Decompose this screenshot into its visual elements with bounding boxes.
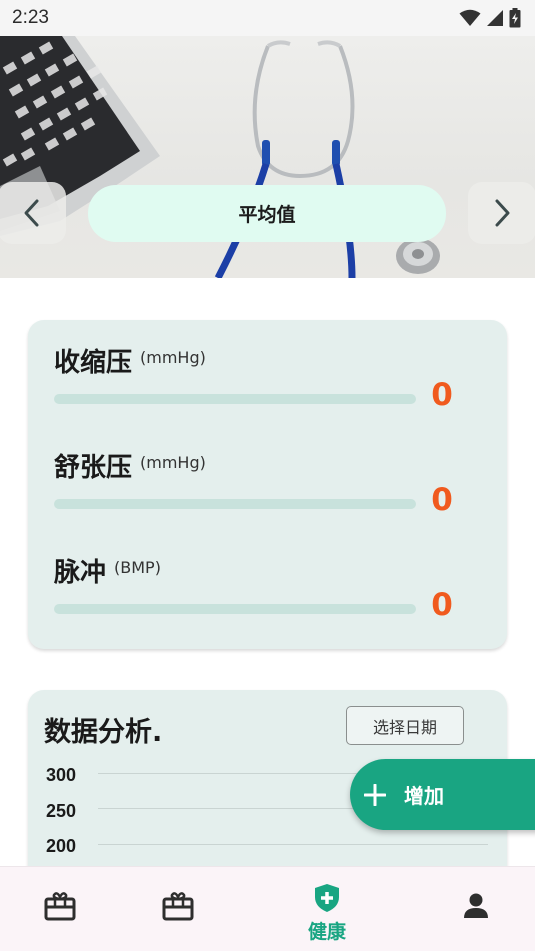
battery-charging-icon [509, 8, 521, 28]
metric-value: 0 [431, 587, 453, 623]
metric-progress-bar [54, 499, 416, 509]
select-date-button[interactable]: 选择日期 [346, 706, 464, 745]
screen: 2:23 平均值 收缩压 (mmHg) 0 舒张压 (mmHg) 0 脉冲 (B… [0, 0, 535, 951]
metric-title: 脉冲 (BMP) [54, 552, 161, 589]
metric-title: 收缩压 (mmHg) [54, 342, 206, 379]
status-icons [459, 8, 521, 28]
y-axis-label: 250 [46, 801, 77, 821]
y-axis-label: 200 [46, 836, 77, 856]
hero-banner: 平均值 [0, 36, 535, 278]
status-time: 2:23 [12, 7, 49, 28]
shield-plus-icon [314, 881, 340, 915]
metric-name: 舒张压 [54, 453, 133, 483]
vitals-card: 收缩压 (mmHg) 0 舒张压 (mmHg) 0 脉冲 (BMP) 0 [28, 320, 507, 649]
chevron-right-icon [495, 199, 510, 227]
metric-progress-bar [54, 394, 416, 404]
metric-name: 脉冲 [54, 558, 107, 588]
metric-name: 收缩压 [54, 348, 133, 378]
nav-item-profile[interactable] [416, 867, 535, 951]
cell-signal-icon [487, 10, 503, 26]
y-axis-label: 300 [46, 765, 77, 785]
metric-unit: (mmHg) [140, 453, 206, 472]
status-bar: 2:23 [0, 0, 535, 36]
person-icon [463, 889, 489, 923]
nav-label-health: 健康 [307, 921, 346, 943]
metric-diastolic: 舒张压 (mmHg) 0 [54, 447, 484, 537]
grid-line [98, 844, 488, 845]
metric-unit: (BMP) [114, 558, 161, 577]
analysis-title: 数据分析. [44, 717, 163, 748]
metric-unit: (mmHg) [140, 348, 206, 367]
bottom-nav: 健康 [0, 866, 535, 951]
metric-progress-bar [54, 604, 416, 614]
next-button[interactable] [468, 182, 535, 244]
gift-box-icon [162, 889, 194, 923]
metric-title: 舒张压 (mmHg) [54, 447, 206, 484]
metric-pulse: 脉冲 (BMP) 0 [54, 552, 484, 642]
add-button-label: 增加 [404, 784, 444, 808]
wifi-icon [459, 9, 481, 26]
average-label: 平均值 [88, 185, 446, 242]
nav-item-gift-1[interactable] [0, 867, 120, 951]
nav-item-health[interactable]: 健康 [267, 867, 387, 951]
plus-icon [364, 783, 386, 806]
chevron-left-icon [24, 199, 39, 227]
add-button[interactable]: 增加 [350, 759, 535, 830]
nav-item-gift-2[interactable] [118, 867, 238, 951]
gift-box-icon [44, 889, 76, 923]
metric-value: 0 [431, 377, 453, 413]
metric-value: 0 [431, 482, 453, 518]
prev-button[interactable] [0, 182, 66, 244]
metric-systolic: 收缩压 (mmHg) 0 [54, 342, 484, 432]
